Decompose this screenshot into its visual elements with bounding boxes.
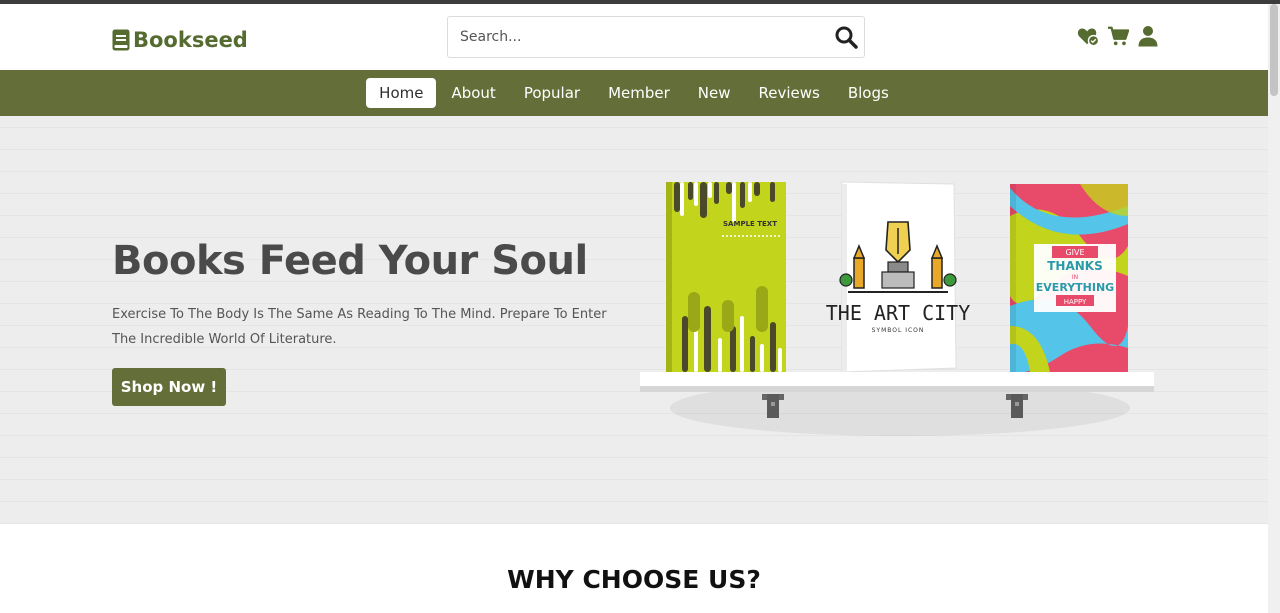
thanks-line1: GIVE xyxy=(1065,248,1084,257)
thanks-book-cover: GIVE THANKS IN EVERYTHING HAPPY xyxy=(1010,184,1128,373)
green-book-text: SAMPLE TEXT xyxy=(723,220,777,228)
nav-reviews[interactable]: Reviews xyxy=(746,78,833,108)
art-city-title: THE ART CITY xyxy=(826,301,971,325)
hero-banner: Books Feed Your Soul Exercise To The Bod… xyxy=(0,116,1268,524)
book-icon xyxy=(112,29,130,51)
thanks-line4: EVERYTHING xyxy=(1036,281,1114,294)
site-header: Bookseed xyxy=(0,4,1268,70)
heart-check-icon[interactable] xyxy=(1077,25,1099,47)
art-city-subtitle: SYMBOL ICON xyxy=(872,327,925,334)
nav-popular[interactable]: Popular xyxy=(511,78,593,108)
bookshelf-illustration: SAMPLE TEXT THE ART CITY SYMBOL ICON GIV… xyxy=(640,181,1154,436)
art-city-book-cover: THE ART CITY SYMBOL ICON xyxy=(826,181,971,373)
nav-blogs[interactable]: Blogs xyxy=(835,78,902,108)
nav-member[interactable]: Member xyxy=(595,78,683,108)
thanks-line3: IN xyxy=(1072,274,1078,281)
nav-home[interactable]: Home xyxy=(366,78,437,108)
green-book-cover: SAMPLE TEXT xyxy=(666,182,786,372)
scrollbar[interactable] xyxy=(1268,4,1280,613)
user-icon[interactable] xyxy=(1137,25,1159,47)
section-title: WHY CHOOSE US? xyxy=(507,565,761,594)
nav-about[interactable]: About xyxy=(438,78,508,108)
search-bar xyxy=(447,16,865,58)
nav-new[interactable]: New xyxy=(685,78,744,108)
shop-now-button[interactable]: Shop Now ! xyxy=(112,368,226,406)
header-icons xyxy=(1077,25,1159,47)
cart-icon[interactable] xyxy=(1107,25,1129,47)
search-icon[interactable] xyxy=(834,25,858,49)
hero-description: Exercise To The Body Is The Same As Read… xyxy=(112,307,607,347)
thanks-line5: HAPPY xyxy=(1064,298,1087,306)
brand-name: Bookseed xyxy=(133,28,248,52)
scrollbar-thumb[interactable] xyxy=(1270,4,1278,96)
logo[interactable]: Bookseed xyxy=(112,26,248,54)
thanks-line2: THANKS xyxy=(1047,259,1103,273)
search-input[interactable] xyxy=(458,17,822,57)
main-nav: Home About Popular Member New Reviews Bl… xyxy=(0,70,1268,116)
hero-title: Books Feed Your Soul xyxy=(112,238,588,284)
